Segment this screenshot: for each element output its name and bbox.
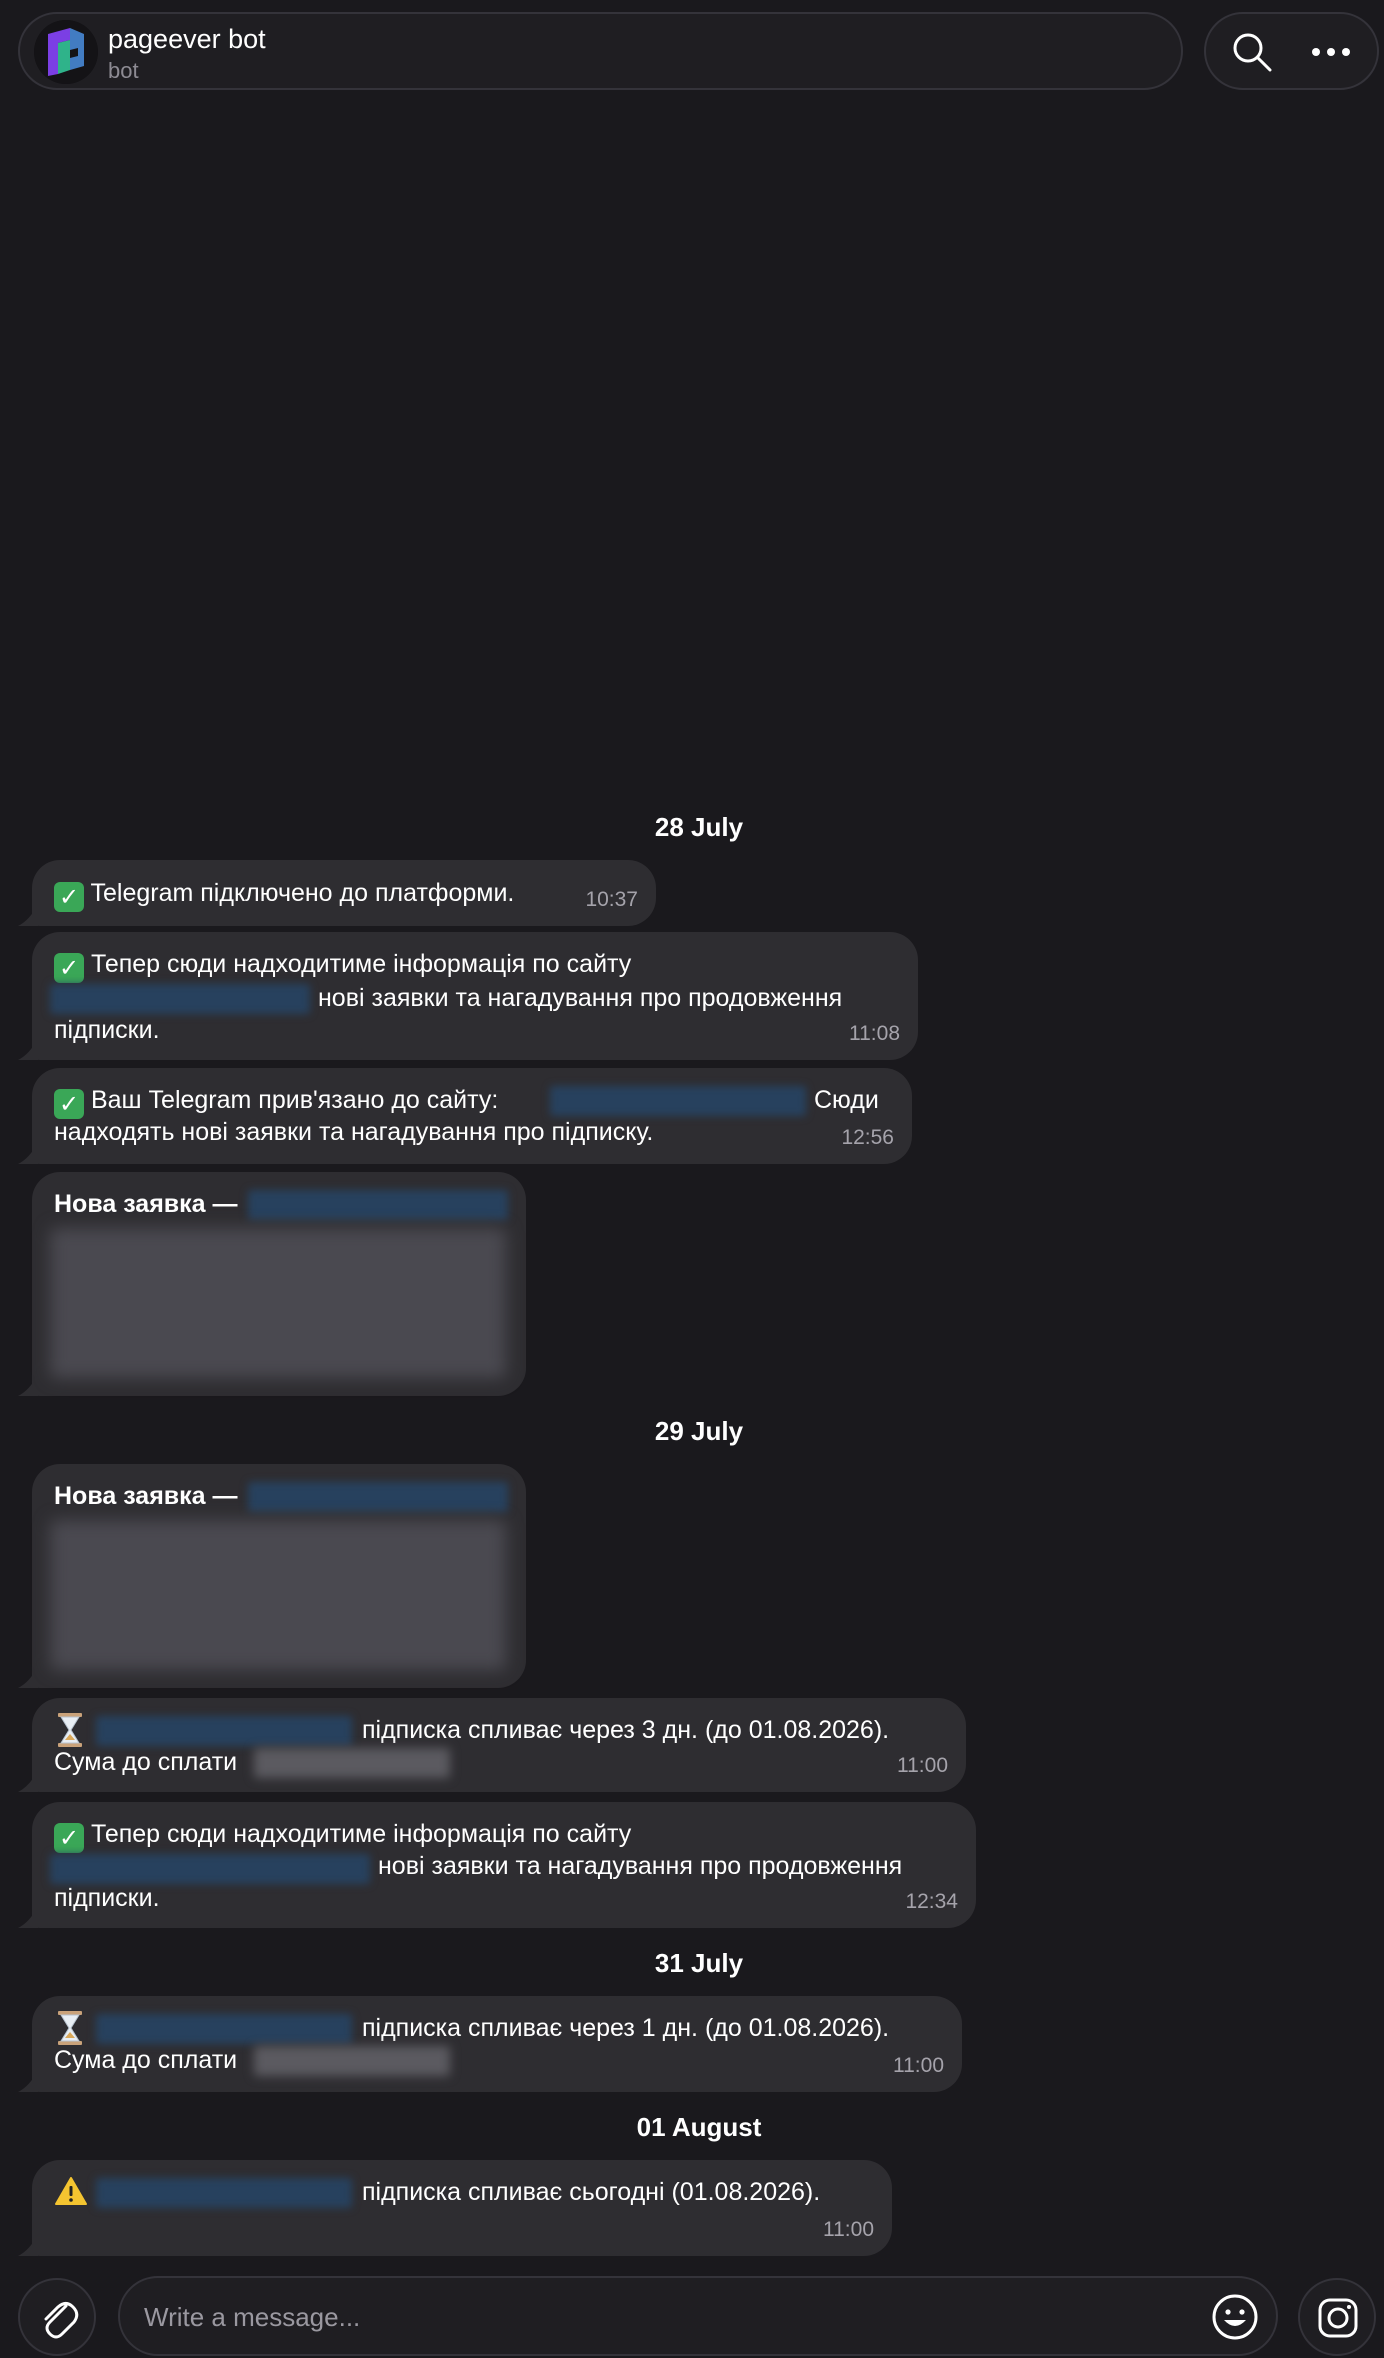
order-title: Нова заявка —	[54, 1482, 238, 1510]
message-time: 11:00	[823, 2218, 874, 2241]
message-text: Сума до сплати	[54, 2046, 238, 2074]
attach-button[interactable]	[18, 2278, 96, 2356]
message-input[interactable]	[142, 2298, 1106, 2336]
more-dots-icon[interactable]	[1306, 28, 1356, 76]
message-text: підписки.	[54, 1884, 160, 1912]
chat-header[interactable]: pageever bot bot	[18, 12, 1183, 90]
message-text: підписки.	[54, 1016, 160, 1044]
redacted-site	[50, 984, 310, 1014]
message-text: нові заявки та нагадування про продовжен…	[378, 1852, 903, 1880]
blurred-content	[50, 1228, 506, 1378]
bubble-tail	[18, 1374, 38, 1396]
message-bubble[interactable]: підписка спливає через 1 дн. (до 01.08.2…	[18, 1996, 962, 2092]
bot-avatar[interactable]	[34, 20, 98, 84]
header-actions	[1204, 12, 1379, 90]
date-separator: 31 July	[654, 1948, 744, 1978]
hourglass-emoji	[58, 1713, 82, 1747]
redacted-amount	[254, 1748, 450, 1778]
bubble-tail	[18, 1142, 38, 1164]
message-text: надходять нові заявки та нагадування про…	[54, 1118, 654, 1146]
message-time: 10:37	[585, 888, 638, 911]
message-time: 12:56	[841, 1126, 894, 1149]
bubble-tail	[18, 904, 38, 926]
message-text: Telegram підключено до платформи.	[90, 879, 515, 907]
message-composer	[118, 2276, 1278, 2356]
message-time: 11:00	[893, 2054, 944, 2077]
sticker-button[interactable]	[1298, 2278, 1376, 2356]
bubble-tail	[18, 1906, 38, 1928]
redacted-amount	[254, 2046, 450, 2076]
message-text: Сума до сплати	[54, 1748, 238, 1776]
hourglass-emoji	[58, 2011, 82, 2045]
check-mark-emoji: ✓	[54, 1823, 84, 1853]
redacted-site	[96, 1716, 352, 1746]
paperclip-icon	[44, 2302, 79, 2339]
search-icon[interactable]	[1228, 28, 1276, 76]
redacted-site	[96, 2178, 352, 2208]
message-bubble[interactable]: ✓ Telegram підключено до платформи. 10:3…	[18, 860, 656, 926]
check-mark-emoji: ✓	[54, 953, 84, 983]
check-mark-emoji: ✓	[54, 1089, 84, 1119]
message-bubble[interactable]: підписка спливає сьогодні (01.08.2026). …	[18, 2160, 892, 2256]
message-text: підписка спливає сьогодні (01.08.2026).	[362, 2178, 821, 2206]
message-time: 11:08	[849, 1022, 900, 1045]
date-separator: 28 July	[654, 812, 744, 842]
chat-subtitle: bot	[108, 58, 139, 83]
date-separator: 01 August	[636, 2112, 762, 2142]
message-time: 11:00	[897, 1754, 948, 1777]
order-message[interactable]: Нова заявка —	[18, 1464, 526, 1688]
redacted-site	[50, 1854, 370, 1884]
warning-emoji	[55, 2177, 87, 2205]
bubble-tail	[18, 2234, 38, 2256]
order-message[interactable]: Нова заявка —	[18, 1172, 526, 1396]
blurred-content	[50, 1520, 506, 1670]
message-text: Сюди	[814, 1086, 879, 1114]
smiley-icon[interactable]	[1210, 2292, 1260, 2342]
redacted-site	[248, 1482, 508, 1512]
pageever-logo	[34, 20, 98, 84]
redacted-site	[550, 1086, 806, 1116]
check-mark-emoji: ✓	[54, 882, 84, 912]
message-text: підписка спливає через 3 дн. (до 01.08.2…	[362, 1716, 890, 1744]
message-time: 12:34	[905, 1890, 958, 1913]
order-title: Нова заявка —	[54, 1190, 238, 1218]
chat-title: pageever bot	[108, 24, 266, 54]
message-text: Тепер сюди надходитиме інформація по сай…	[90, 1820, 632, 1848]
redacted-site	[248, 1190, 508, 1220]
redacted-site	[96, 2014, 352, 2044]
message-text: Тепер сюди надходитиме інформація по сай…	[90, 950, 632, 978]
bubble-tail	[18, 1038, 38, 1060]
message-text: Ваш Telegram прив'язано до сайту:	[90, 1086, 499, 1114]
bubble-tail	[18, 1770, 38, 1792]
message-bubble[interactable]: підписка спливає через 3 дн. (до 01.08.2…	[18, 1698, 966, 1792]
message-text: підписка спливає через 1 дн. (до 01.08.2…	[362, 2014, 890, 2042]
message-text: нові заявки та нагадування про продовжен…	[318, 984, 843, 1012]
message-bubble[interactable]: ✓ Ваш Telegram прив'язано до сайту: Сюди…	[18, 1068, 912, 1164]
sticker-icon	[1318, 2298, 1358, 2338]
bubble-tail	[18, 2070, 38, 2092]
message-bubble[interactable]: ✓ Тепер сюди надходитиме інформація по с…	[18, 1802, 976, 1928]
date-separator: 29 July	[654, 1416, 744, 1446]
message-bubble[interactable]: ✓ Тепер сюди надходитиме інформація по с…	[18, 932, 918, 1060]
bubble-tail	[18, 1666, 38, 1688]
